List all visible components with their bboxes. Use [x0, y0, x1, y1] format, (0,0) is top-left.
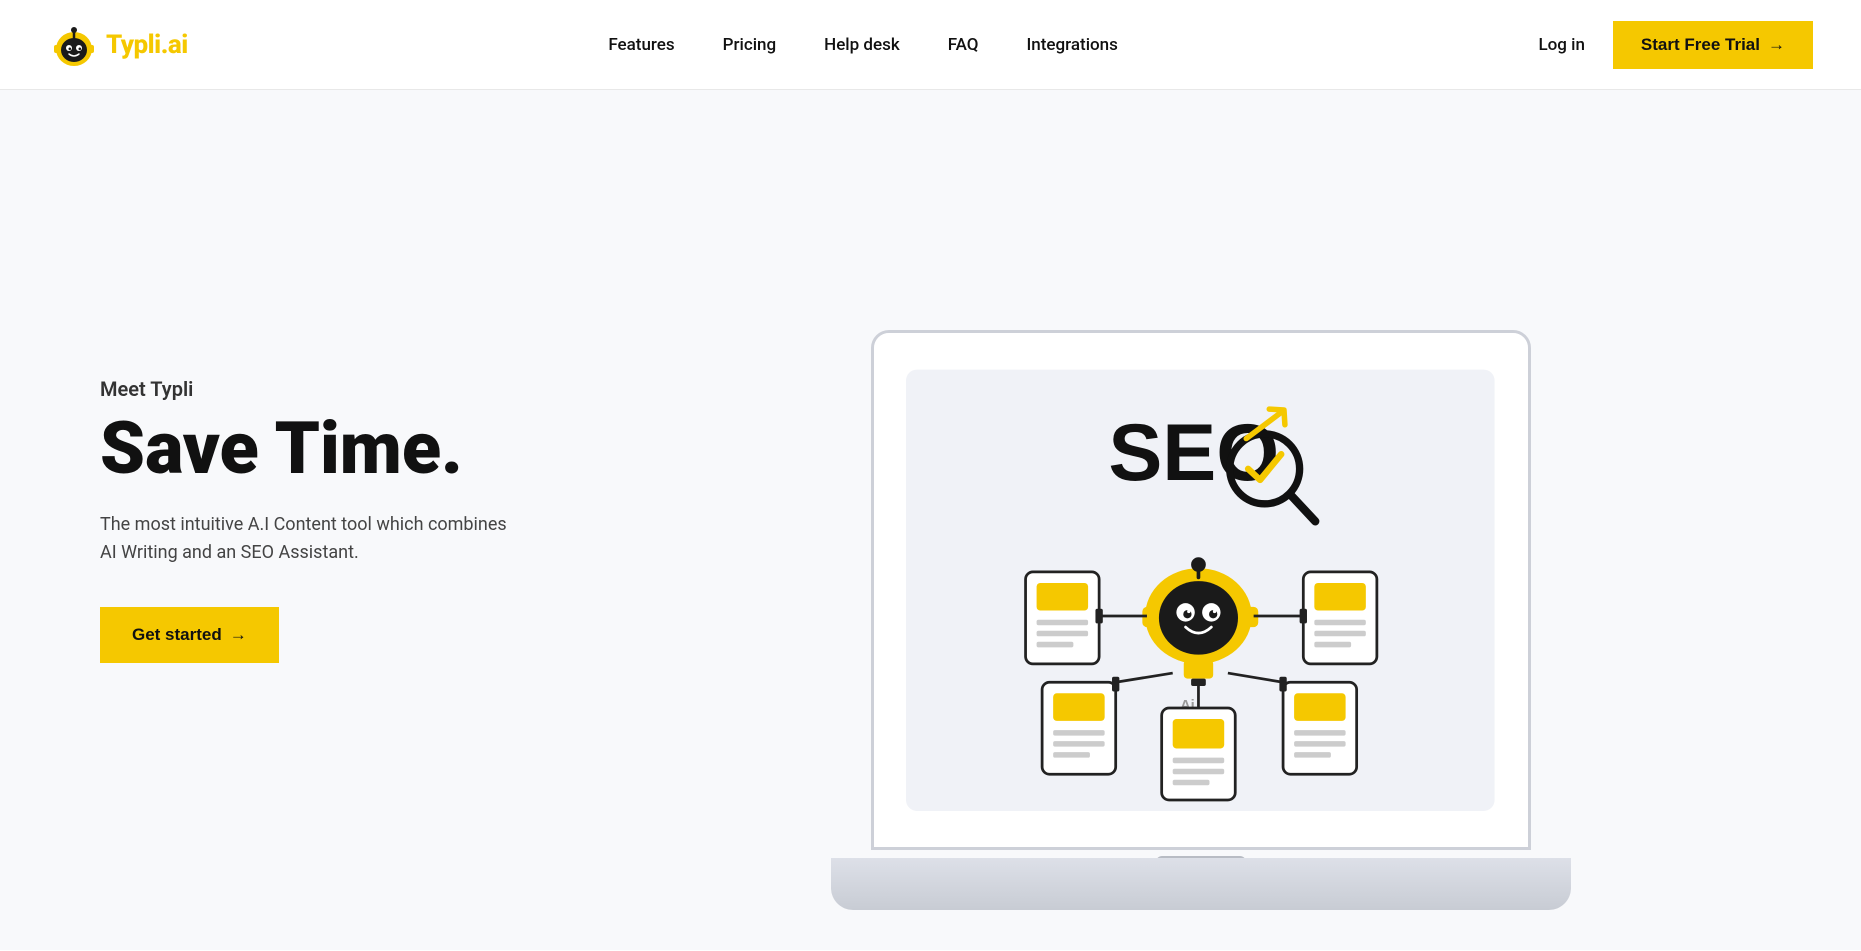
- laptop-illustration: SEO: [831, 330, 1571, 910]
- login-link[interactable]: Log in: [1538, 35, 1584, 55]
- nav-integrations[interactable]: Integrations: [1026, 35, 1117, 55]
- screen-content: SEO: [874, 333, 1528, 847]
- hero-right: SEO: [600, 130, 1861, 910]
- navbar: Typli.ai Features Pricing Help desk FAQ …: [0, 0, 1861, 90]
- hero-left: Meet Typli Save Time. The most intuitive…: [100, 377, 600, 662]
- nav-helpdesk[interactable]: Help desk: [824, 35, 900, 55]
- start-trial-button[interactable]: Start Free Trial →: [1613, 21, 1813, 69]
- logo-text: Typli.ai: [106, 30, 188, 60]
- nav-pricing[interactable]: Pricing: [723, 35, 777, 55]
- nav-links: Features Pricing Help desk FAQ Integrati…: [608, 35, 1118, 55]
- hero-title: Save Time.: [100, 411, 600, 487]
- nav-right: Log in Start Free Trial →: [1538, 21, 1813, 69]
- logo-icon: [48, 19, 100, 71]
- svg-text:SEO: SEO: [1109, 408, 1280, 498]
- laptop-screen: SEO: [871, 330, 1531, 850]
- nav-faq[interactable]: FAQ: [948, 35, 979, 55]
- nav-features[interactable]: Features: [608, 35, 674, 55]
- seo-illustration: SEO: [906, 359, 1495, 822]
- hero-pretitle: Meet Typli: [100, 377, 600, 401]
- hero-description: The most intuitive A.I Content tool whic…: [100, 511, 520, 567]
- hero-section: Meet Typli Save Time. The most intuitive…: [0, 90, 1861, 950]
- logo-link[interactable]: Typli.ai: [48, 19, 188, 71]
- laptop-base: [831, 858, 1571, 910]
- get-started-button[interactable]: Get started →: [100, 607, 279, 663]
